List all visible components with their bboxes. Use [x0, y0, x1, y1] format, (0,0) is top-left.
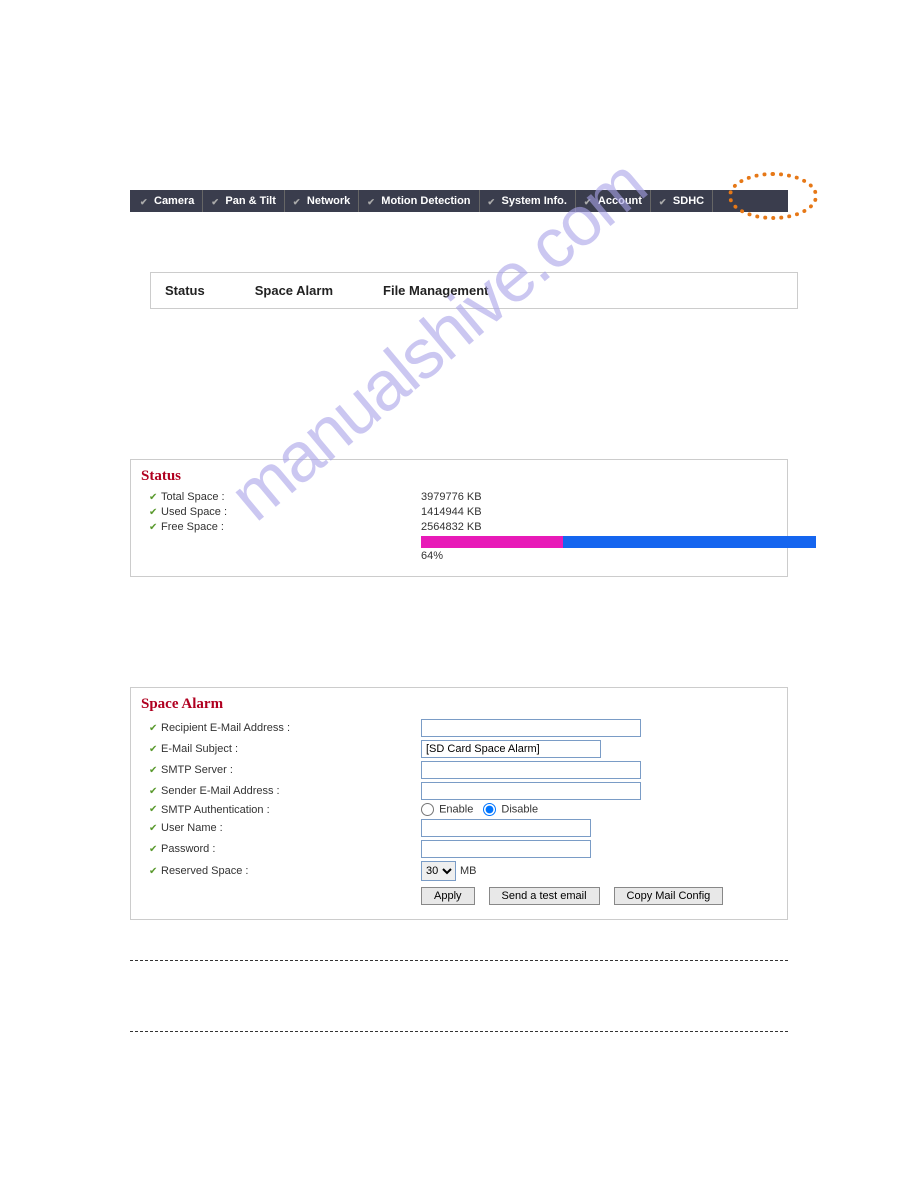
check-icon	[140, 196, 150, 206]
free-space-label: Free Space :	[161, 521, 421, 533]
progress-bar	[421, 536, 816, 548]
reserved-unit: MB	[460, 865, 477, 877]
check-icon	[659, 196, 669, 206]
sender-email-input[interactable]	[421, 782, 641, 800]
bullet-icon	[149, 765, 161, 776]
total-space-value: 3979776 KB	[421, 491, 482, 503]
used-space-row: Used Space : 1414944 KB	[141, 506, 777, 518]
progress-free-segment	[563, 536, 816, 548]
tab-file-management[interactable]: File Management	[383, 283, 488, 298]
smtp-auth-disable-radio[interactable]	[483, 803, 496, 816]
nav-item-motion-detection[interactable]: Motion Detection	[359, 190, 479, 212]
nav-item-pan-tilt[interactable]: Pan & Tilt	[203, 190, 285, 212]
nav-label: Motion Detection	[381, 195, 470, 207]
nav-item-sdhc[interactable]: SDHC	[651, 190, 713, 212]
reserved-space-select[interactable]: 30	[421, 861, 456, 881]
check-icon	[367, 196, 377, 206]
tab-status[interactable]: Status	[165, 283, 205, 298]
top-navbar: Camera Pan & Tilt Network Motion Detecti…	[130, 190, 788, 212]
smtp-server-input[interactable]	[421, 761, 641, 779]
used-space-value: 1414944 KB	[421, 506, 482, 518]
reserved-space-label: Reserved Space :	[161, 865, 421, 877]
check-icon	[293, 196, 303, 206]
divider-line	[130, 960, 788, 961]
recipient-email-label: Recipient E-Mail Address :	[161, 722, 421, 734]
status-panel: Status Total Space : 3979776 KB Used Spa…	[130, 459, 788, 577]
total-space-row: Total Space : 3979776 KB	[141, 491, 777, 503]
apply-button[interactable]: Apply	[421, 887, 475, 905]
nav-item-camera[interactable]: Camera	[130, 190, 203, 212]
username-label: User Name :	[161, 822, 421, 834]
nav-label: SDHC	[673, 195, 704, 207]
enable-text: Enable	[439, 803, 473, 815]
divider-line	[130, 1031, 788, 1032]
recipient-email-input[interactable]	[421, 719, 641, 737]
sender-email-label: Sender E-Mail Address :	[161, 785, 421, 797]
nav-label: System Info.	[502, 195, 567, 207]
nav-item-account[interactable]: Account	[576, 190, 651, 212]
email-subject-input[interactable]	[421, 740, 601, 758]
bullet-icon	[149, 507, 161, 518]
nav-item-system-info[interactable]: System Info.	[480, 190, 576, 212]
space-alarm-panel: Space Alarm Recipient E-Mail Address : E…	[130, 687, 788, 920]
nav-label: Camera	[154, 195, 194, 207]
check-icon	[211, 196, 221, 206]
subtab-bar: Status Space Alarm File Management	[150, 272, 798, 309]
email-subject-label: E-Mail Subject :	[161, 743, 421, 755]
bullet-icon	[149, 804, 161, 815]
progress-used-segment	[421, 536, 563, 548]
bullet-icon	[149, 786, 161, 797]
bullet-icon	[149, 492, 161, 503]
check-icon	[488, 196, 498, 206]
highlight-circle-icon	[728, 172, 818, 220]
username-input[interactable]	[421, 819, 591, 837]
disable-text: Disable	[501, 803, 538, 815]
nav-item-network[interactable]: Network	[285, 190, 359, 212]
progress-bar-wrap: 64%	[421, 536, 816, 562]
smtp-auth-disable-option[interactable]: Disable	[483, 803, 538, 816]
send-test-email-button[interactable]: Send a test email	[489, 887, 600, 905]
smtp-auth-label: SMTP Authentication :	[161, 804, 421, 816]
total-space-label: Total Space :	[161, 491, 421, 503]
bullet-icon	[149, 823, 161, 834]
used-space-label: Used Space :	[161, 506, 421, 518]
smtp-auth-enable-radio[interactable]	[421, 803, 434, 816]
free-space-row: Free Space : 2564832 KB	[141, 521, 777, 533]
bullet-icon	[149, 723, 161, 734]
password-label: Password :	[161, 843, 421, 855]
nav-label: Account	[598, 195, 642, 207]
nav-label: Pan & Tilt	[225, 195, 276, 207]
tab-space-alarm[interactable]: Space Alarm	[255, 283, 333, 298]
bullet-icon	[149, 744, 161, 755]
progress-percent-label: 64%	[421, 550, 816, 562]
status-title: Status	[141, 468, 777, 485]
smtp-server-label: SMTP Server :	[161, 764, 421, 776]
space-alarm-title: Space Alarm	[141, 696, 777, 713]
bullet-icon	[149, 844, 161, 855]
bullet-icon	[149, 522, 161, 533]
copy-mail-config-button[interactable]: Copy Mail Config	[614, 887, 724, 905]
nav-label: Network	[307, 195, 350, 207]
free-space-value: 2564832 KB	[421, 521, 482, 533]
smtp-auth-enable-option[interactable]: Enable	[421, 803, 473, 816]
check-icon	[584, 196, 594, 206]
bullet-icon	[149, 866, 161, 877]
password-input[interactable]	[421, 840, 591, 858]
